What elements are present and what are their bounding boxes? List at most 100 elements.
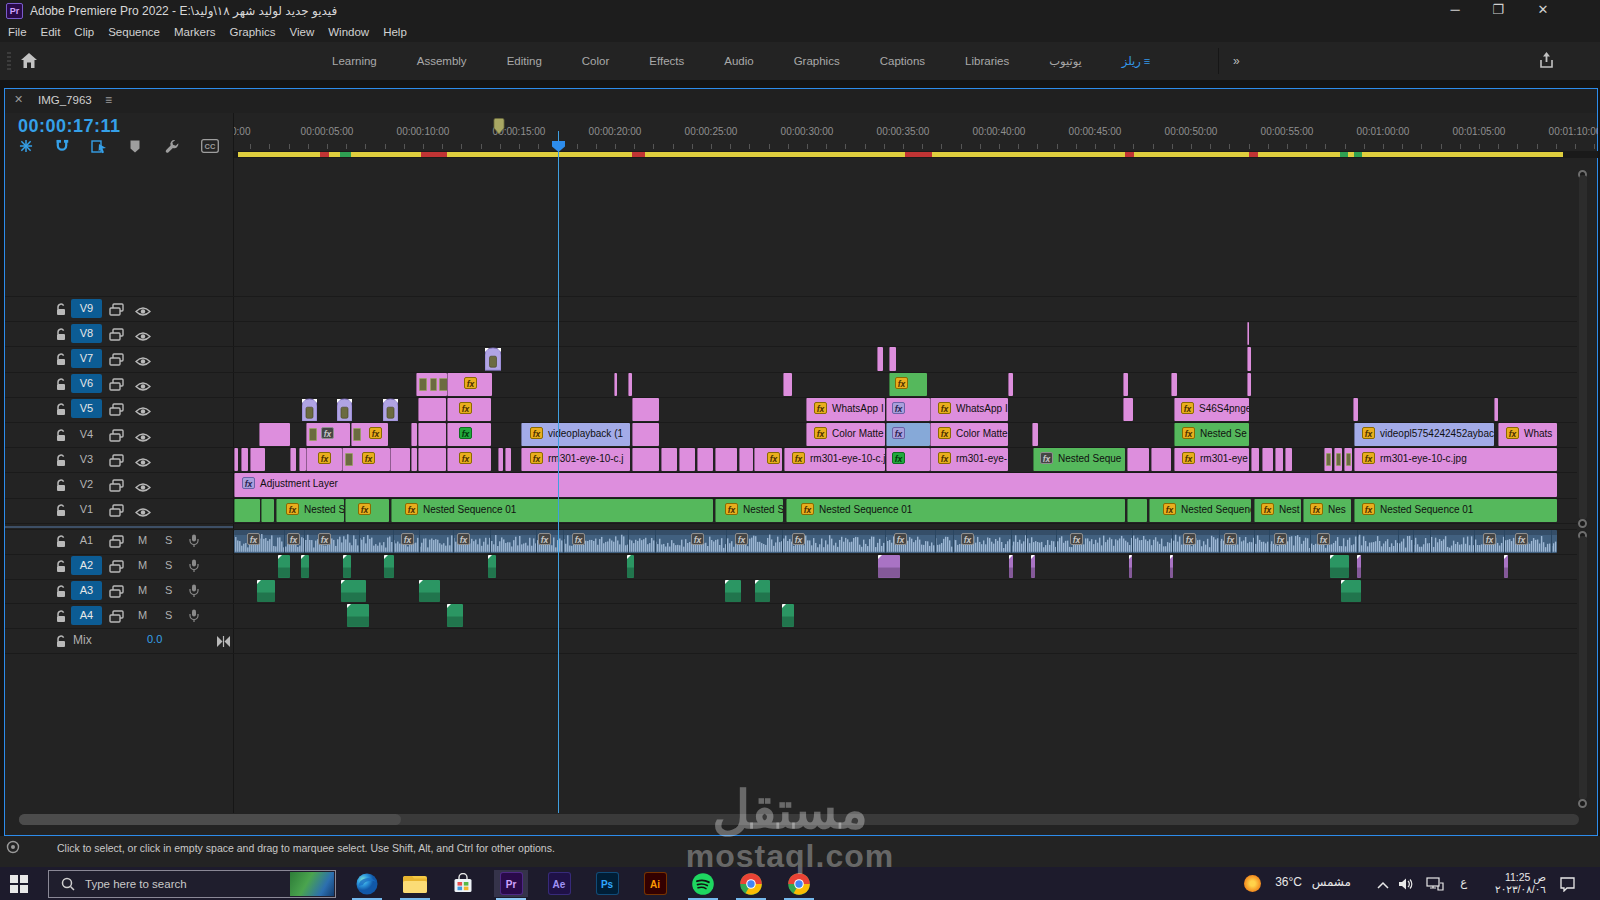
- timeline-clip[interactable]: fxS46S4pnge: [1174, 398, 1249, 421]
- timeline-clip[interactable]: fxrm301-eye-10-c.jpg: [1354, 448, 1557, 471]
- timeline-clip[interactable]: [877, 347, 883, 370]
- menu-sequence[interactable]: Sequence: [108, 26, 160, 38]
- minimize-button[interactable]: ─: [1441, 0, 1469, 22]
- audio-clip[interactable]: [782, 604, 794, 627]
- timeline-clip[interactable]: fxrm301-eye-10-c.j: [784, 448, 885, 471]
- track-label-v2[interactable]: V2: [71, 475, 102, 494]
- audio-clip[interactable]: fxfxfxfxfxfxfxfxfxfxfxfxfxfxfxfxfxfxfx: [234, 530, 1557, 553]
- audio-clip[interactable]: [1341, 580, 1361, 603]
- track-lock-icon[interactable]: [55, 352, 67, 370]
- tray-expand-chevron[interactable]: [1377, 879, 1389, 891]
- track-label-v7[interactable]: V7: [71, 349, 102, 368]
- audio-clip[interactable]: [341, 580, 366, 603]
- timeline-clip[interactable]: fx: [754, 448, 782, 471]
- solo-button[interactable]: S: [165, 584, 172, 596]
- source-patch-icon[interactable]: [109, 478, 124, 496]
- audio-clip[interactable]: [1357, 555, 1361, 578]
- timeline-clip[interactable]: fxNest: [1254, 499, 1301, 522]
- workspace-tab[interactable]: Learning: [332, 55, 377, 67]
- mute-button[interactable]: M: [138, 584, 147, 596]
- timeline-clip[interactable]: fx: [886, 423, 930, 446]
- timeline-clip[interactable]: [1151, 448, 1171, 471]
- network-icon[interactable]: [1426, 877, 1444, 893]
- horizontal-scrollbar-thumb[interactable]: [19, 814, 401, 825]
- taskbar-app-photoshop[interactable]: Ps: [590, 870, 624, 897]
- menu-window[interactable]: Window: [328, 26, 369, 38]
- close-button[interactable]: ✕: [1529, 0, 1557, 22]
- timeline-clip[interactable]: [1353, 398, 1358, 421]
- timeline-clip[interactable]: fxrm301-eye-10-c.j: [521, 448, 630, 471]
- timeline-clip[interactable]: fxNested Se: [1174, 423, 1249, 446]
- timeline-clip[interactable]: [1171, 373, 1177, 396]
- timeline-clip[interactable]: [1247, 373, 1251, 396]
- mute-button[interactable]: M: [138, 534, 147, 546]
- timeline-clip[interactable]: [1262, 448, 1273, 471]
- timeline-clip[interactable]: fxWhatsApp I: [806, 398, 885, 421]
- timeline-clip[interactable]: fxrm301-eye: [1174, 448, 1249, 471]
- playhead-head[interactable]: [551, 139, 566, 157]
- track-lock-icon[interactable]: [55, 609, 67, 627]
- timeline-clip[interactable]: fxAdjustment Layer: [234, 473, 1557, 496]
- timeline-clip[interactable]: [234, 448, 238, 471]
- taskbar-app-spotify[interactable]: [686, 870, 720, 897]
- taskbar-app-illustrator[interactable]: Ai: [638, 870, 672, 897]
- audio-clip[interactable]: [755, 580, 770, 603]
- track-lock-icon[interactable]: [55, 478, 67, 496]
- timeline-clip[interactable]: [390, 448, 410, 471]
- weather-icon[interactable]: [1243, 874, 1262, 895]
- audio-clip[interactable]: [257, 580, 275, 603]
- audio-clip[interactable]: [1031, 555, 1035, 578]
- track-label-v5[interactable]: V5: [71, 399, 102, 418]
- track-label-v1[interactable]: V1: [71, 500, 102, 519]
- timeline-clip[interactable]: fx: [306, 448, 342, 471]
- menu-file[interactable]: File: [8, 26, 27, 38]
- vertical-scrollbar-dot[interactable]: [1578, 799, 1587, 808]
- track-label-a1[interactable]: A1: [71, 531, 102, 550]
- audio-clip[interactable]: [488, 555, 496, 578]
- bowtie-icon[interactable]: [217, 633, 230, 651]
- taskbar-app-premiere[interactable]: Pr: [494, 870, 528, 897]
- workspace-tab-menu-icon[interactable]: ≡: [1141, 55, 1150, 67]
- timeline-clip[interactable]: fxvideopl5754242452aybac: [1354, 423, 1494, 446]
- menu-markers[interactable]: Markers: [174, 26, 216, 38]
- workspace-tab[interactable]: Audio: [724, 55, 753, 67]
- marker-clip[interactable]: [383, 398, 398, 425]
- video-audio-divider[interactable]: [5, 526, 233, 528]
- workspace-tab[interactable]: Graphics: [794, 55, 840, 67]
- source-patch-icon[interactable]: [109, 402, 124, 420]
- source-patch-icon[interactable]: [109, 534, 124, 552]
- track-label-v8[interactable]: V8: [71, 324, 102, 343]
- taskbar-app-edge[interactable]: [350, 870, 384, 897]
- audio-clip[interactable]: [343, 555, 351, 578]
- workspace-tab[interactable]: Editing: [507, 55, 542, 67]
- timeline-clip[interactable]: fxNested S: [276, 499, 344, 522]
- audio-clip[interactable]: [878, 555, 900, 578]
- workspace-tab[interactable]: Libraries: [965, 55, 1009, 67]
- source-patch-icon[interactable]: [109, 377, 124, 395]
- source-patch-icon[interactable]: [109, 503, 124, 521]
- timeline-clip[interactable]: [1285, 448, 1292, 471]
- timeline-clip[interactable]: [498, 448, 503, 471]
- source-patch-icon[interactable]: [109, 327, 124, 345]
- timeline-clip[interactable]: fx: [886, 448, 930, 471]
- timeline-clip[interactable]: fx: [342, 448, 390, 471]
- toggle-track-output-icon[interactable]: [135, 328, 151, 346]
- workspace-tab[interactable]: ريلز ≡: [1122, 54, 1150, 68]
- timeline-clip[interactable]: [1247, 347, 1251, 370]
- restore-button[interactable]: ❐: [1484, 0, 1512, 22]
- track-label-v9[interactable]: V9: [71, 299, 102, 318]
- workspace-tab[interactable]: Captions: [880, 55, 925, 67]
- audio-clip[interactable]: [347, 604, 369, 627]
- timeline-clip[interactable]: [1123, 373, 1128, 396]
- track-label-v6[interactable]: V6: [71, 374, 102, 393]
- workspace-tab[interactable]: Color: [582, 55, 609, 67]
- voiceover-record-icon[interactable]: [189, 609, 199, 627]
- taskbar-app-explorer[interactable]: [398, 870, 432, 897]
- timeline-clip[interactable]: [632, 423, 659, 446]
- track-lock-icon[interactable]: [55, 428, 67, 446]
- menu-graphics[interactable]: Graphics: [230, 26, 276, 38]
- timeline-clip[interactable]: fxWhatsApp I: [930, 398, 1008, 421]
- audio-clip[interactable]: [1129, 555, 1132, 578]
- solo-button[interactable]: S: [165, 559, 172, 571]
- source-patch-icon[interactable]: [109, 453, 124, 471]
